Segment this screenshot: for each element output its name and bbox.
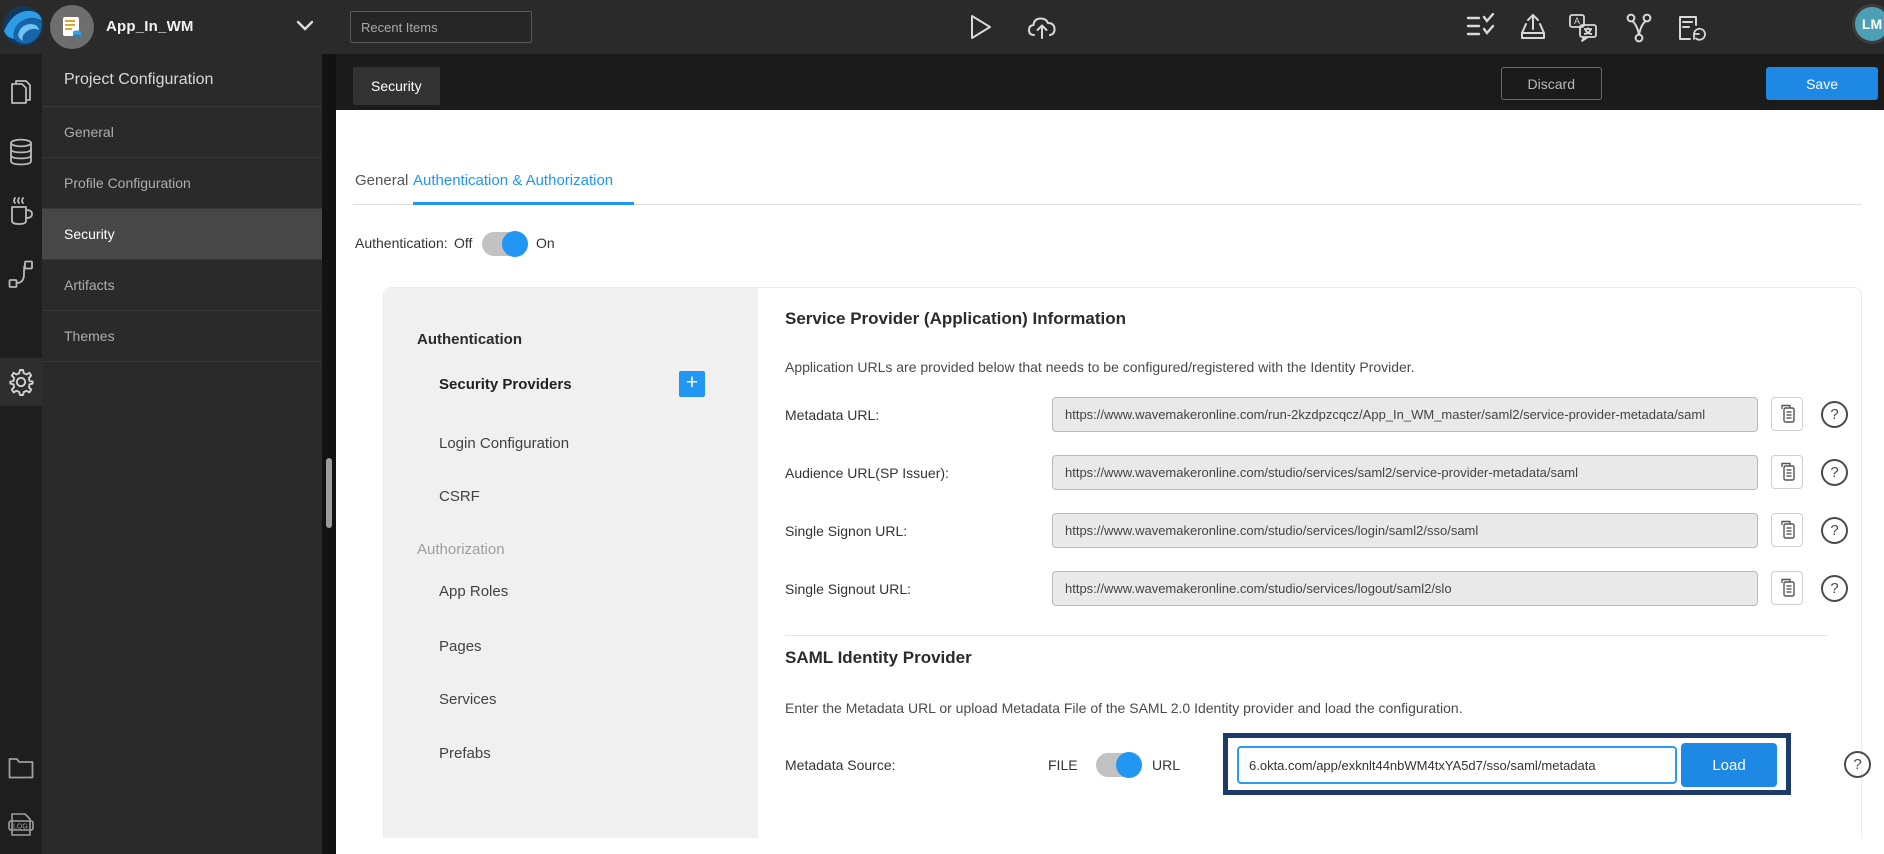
copy-icon[interactable] — [1771, 455, 1803, 489]
top-bar: App_In_WM Recent Items A LM — [0, 0, 1884, 54]
help-icon[interactable]: ? — [1844, 751, 1871, 778]
checklist-icon[interactable] — [1466, 13, 1496, 41]
sidebar-item-artifacts[interactable]: Artifacts — [42, 260, 322, 311]
saml-subtitle: Enter the Metadata URL or upload Metadat… — [785, 700, 1463, 716]
orchestration-icon[interactable] — [0, 250, 42, 298]
app-window: App_In_WM Recent Items A LM Security Dis… — [0, 0, 1884, 854]
audience-url-input[interactable] — [1052, 455, 1758, 490]
database-icon[interactable] — [0, 128, 42, 176]
recent-items-input[interactable] — [350, 11, 532, 43]
url-label: URL — [1152, 757, 1181, 773]
sidebar-item-themes[interactable]: Themes — [42, 311, 322, 362]
log-file-icon[interactable]: LOG — [0, 802, 42, 850]
subnav-item-prefabs[interactable]: Prefabs — [439, 745, 491, 762]
tool-sidebar: LOG ••• — [0, 54, 42, 854]
signout-url-label: Single Signout URL: — [785, 581, 912, 597]
file-sync-icon[interactable] — [1674, 13, 1706, 43]
subnav-section-authorization: Authorization — [417, 541, 505, 558]
toggle-knob — [502, 231, 528, 257]
copy-icon[interactable] — [1771, 571, 1803, 605]
active-tab-underline — [413, 202, 634, 205]
sp-info-subtitle: Application URLs are provided below that… — [785, 359, 1415, 375]
subnav-item-services[interactable]: Services — [439, 691, 497, 708]
sidebar-item-general[interactable]: General — [42, 107, 322, 158]
toggle-off-label: Off — [454, 235, 473, 251]
log-label: LOG — [13, 824, 28, 831]
help-icon[interactable]: ? — [1821, 459, 1848, 486]
cloud-upload-icon[interactable] — [1026, 13, 1058, 41]
app-title: App_In_WM — [106, 18, 194, 35]
save-button[interactable]: Save — [1766, 67, 1878, 100]
file-label: FILE — [1048, 757, 1078, 773]
tab-general[interactable]: General — [355, 172, 408, 189]
security-config-card: Authentication Security Providers + Logi… — [383, 287, 1871, 838]
panel-scrollbar-thumb[interactable] — [326, 458, 332, 528]
metadata-url-highlight: Load — [1223, 733, 1791, 795]
sidebar-item-profile-configuration[interactable]: Profile Configuration — [42, 158, 322, 209]
pages-icon[interactable] — [0, 68, 42, 116]
export-icon[interactable] — [1518, 13, 1548, 41]
idp-metadata-url-input[interactable] — [1237, 746, 1677, 784]
panel-title: Project Configuration — [42, 54, 322, 107]
subnav-item-app-roles[interactable]: App Roles — [439, 583, 508, 600]
signout-url-input[interactable] — [1052, 571, 1758, 606]
svg-text:A: A — [1574, 16, 1580, 26]
section-divider — [785, 635, 1828, 636]
subnav-section-authentication: Authentication — [417, 331, 522, 348]
security-subnav: Authentication Security Providers + Logi… — [384, 288, 758, 838]
subnav-item-security-providers[interactable]: Security Providers — [439, 376, 572, 393]
signon-url-label: Single Signon URL: — [785, 523, 908, 539]
subnav-item-pages[interactable]: Pages — [439, 638, 482, 655]
page-tab-security[interactable]: Security — [353, 67, 440, 105]
project-avatar-icon[interactable] — [50, 5, 94, 49]
wavemaker-logo-icon — [2, 5, 44, 47]
signon-url-input[interactable] — [1052, 513, 1758, 548]
translate-icon[interactable]: A — [1568, 13, 1600, 43]
audience-url-label: Audience URL(SP Issuer): — [785, 465, 949, 481]
tab-authentication-authorization[interactable]: Authentication & Authorization — [413, 172, 613, 189]
java-services-icon[interactable] — [0, 188, 42, 236]
project-config-panel: Project Configuration General Profile Co… — [42, 54, 322, 854]
sp-info-title: Service Provider (Application) Informati… — [785, 309, 1127, 328]
metadata-source-label: Metadata Source: — [785, 757, 896, 773]
sidebar-item-security[interactable]: Security — [42, 209, 322, 260]
share-branch-icon[interactable] — [1624, 13, 1654, 43]
user-avatar[interactable]: LM — [1852, 4, 1884, 44]
help-icon[interactable]: ? — [1821, 517, 1848, 544]
load-button[interactable]: Load — [1681, 743, 1777, 787]
metadata-url-input[interactable] — [1052, 397, 1758, 432]
add-provider-button[interactable]: + — [679, 371, 705, 397]
copy-icon[interactable] — [1771, 397, 1803, 431]
authentication-toggle[interactable] — [482, 231, 528, 257]
saml-title: SAML Identity Provider — [785, 648, 972, 667]
chevron-down-icon[interactable] — [296, 20, 314, 32]
toggle-on-label: On — [536, 235, 555, 251]
authentication-label: Authentication: — [355, 235, 448, 251]
toggle-knob — [1116, 752, 1142, 778]
copy-icon[interactable] — [1771, 513, 1803, 547]
settings-gear-icon[interactable] — [0, 358, 42, 406]
metadata-source-toggle[interactable] — [1096, 752, 1142, 778]
help-icon[interactable]: ? — [1821, 575, 1848, 602]
metadata-url-label: Metadata URL: — [785, 407, 880, 423]
panel-scrollbar[interactable] — [322, 54, 336, 854]
subnav-item-csrf[interactable]: CSRF — [439, 488, 480, 505]
folder-icon[interactable] — [0, 744, 42, 792]
help-icon[interactable]: ? — [1821, 401, 1848, 428]
main-content: General Authentication & Authorization A… — [336, 110, 1884, 854]
run-play-icon[interactable] — [968, 13, 994, 41]
subnav-item-login-configuration[interactable]: Login Configuration — [439, 435, 569, 452]
discard-button[interactable]: Discard — [1500, 67, 1602, 100]
